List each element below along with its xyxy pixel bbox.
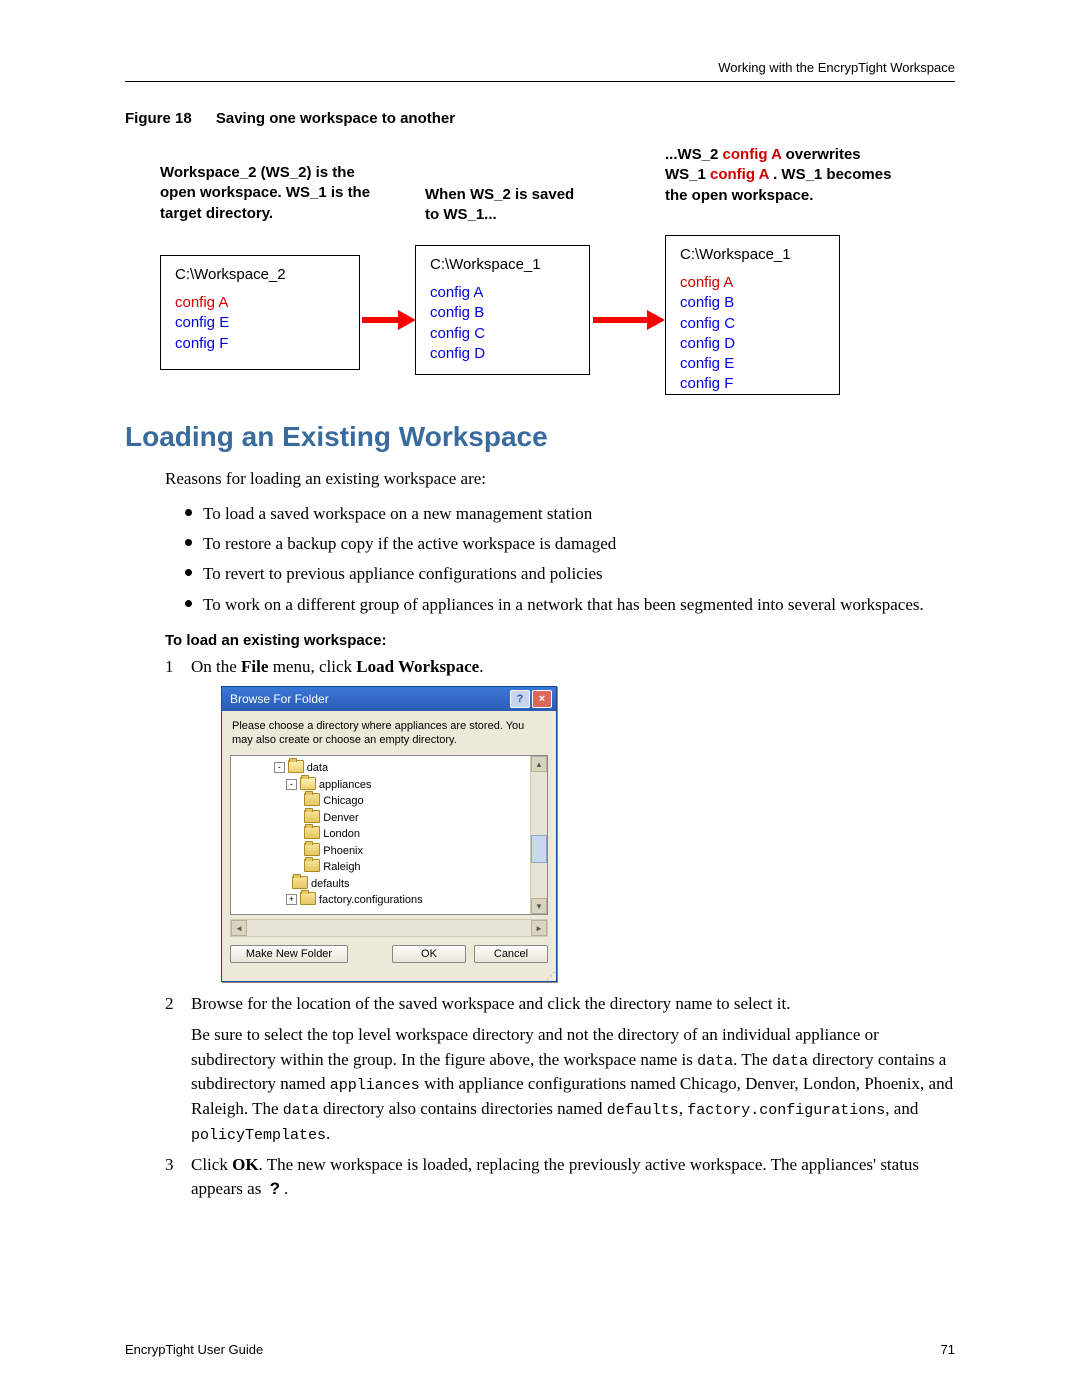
list-item: To restore a backup copy if the active w… — [185, 531, 955, 557]
browse-folder-dialog: Browse For Folder ? × Please choose a di… — [221, 686, 557, 983]
config-entry: config A — [430, 283, 575, 303]
folder-icon — [304, 793, 320, 806]
step-text: Browse for the location of the saved wor… — [191, 992, 955, 1017]
tree-row[interactable]: London — [237, 826, 541, 843]
config-entry: config A — [680, 273, 825, 293]
step-number: 2 — [165, 992, 191, 1017]
folder-icon — [304, 810, 320, 823]
figure-diagram: Workspace_2 (WS_2) is the open workspace… — [125, 145, 955, 395]
footer-title: EncrypTight User Guide — [125, 1342, 263, 1357]
figure-title: Saving one workspace to another — [216, 110, 455, 127]
step-2: 2 Browse for the location of the saved w… — [165, 992, 955, 1017]
reason-list: To load a saved workspace on a new manag… — [125, 501, 955, 618]
step-3: 3 Click OK. The new workspace is loaded,… — [165, 1153, 955, 1202]
step-text: Click OK. The new workspace is loaded, r… — [191, 1153, 955, 1202]
diagram-box-ws1-after: C:\Workspace_1 config A config B config … — [665, 235, 840, 395]
running-header: Working with the EncrypTight Workspace — [125, 60, 955, 82]
collapse-icon[interactable]: - — [274, 762, 285, 773]
folder-icon — [300, 892, 316, 905]
resize-grip-icon[interactable]: ⋰ — [222, 971, 556, 981]
page-footer: EncrypTight User Guide 71 — [125, 1342, 955, 1357]
step-1: 1 On the File menu, click Load Workspace… — [165, 655, 955, 680]
box-title: C:\Workspace_2 — [175, 266, 345, 283]
diagram-caption-2: When WS_2 is saved to WS_1... — [425, 185, 585, 226]
folder-icon — [288, 760, 304, 773]
step-text: On the File menu, click Load Workspace. — [191, 655, 955, 680]
section-heading: Loading an Existing Workspace — [125, 421, 955, 453]
tree-row[interactable]: Chicago — [237, 793, 541, 810]
config-entry: config B — [430, 303, 575, 323]
step-2-detail: Be sure to select the top level workspac… — [191, 1023, 955, 1147]
box-title: C:\Workspace_1 — [430, 256, 575, 273]
help-button[interactable]: ? — [510, 690, 530, 708]
diagram-box-ws2: C:\Workspace_2 config A config E config … — [160, 255, 360, 370]
diagram-caption-3: ...WS_2 config A overwrites WS_1 config … — [665, 145, 895, 206]
make-new-folder-button[interactable]: Make New Folder — [230, 945, 348, 963]
cancel-button[interactable]: Cancel — [474, 945, 548, 963]
page-number: 71 — [941, 1342, 955, 1357]
config-entry: config E — [680, 354, 825, 374]
horizontal-scrollbar[interactable]: ◄ ► — [230, 919, 548, 937]
arrow-icon — [362, 317, 402, 323]
figure-caption: Figure 18 Saving one workspace to anothe… — [125, 110, 955, 127]
step-number: 3 — [165, 1153, 191, 1202]
scroll-right-icon[interactable]: ► — [531, 920, 547, 936]
config-entry: config F — [175, 334, 345, 354]
tree-row[interactable]: -appliances — [237, 777, 541, 794]
folder-icon — [292, 876, 308, 889]
tree-row[interactable]: defaults — [237, 876, 541, 893]
config-entry: config C — [680, 314, 825, 334]
tree-row[interactable]: Raleigh — [237, 859, 541, 876]
box-title: C:\Workspace_1 — [680, 246, 825, 263]
list-item: To work on a different group of applianc… — [185, 592, 955, 618]
diagram-box-ws1-before: C:\Workspace_1 config A config B config … — [415, 245, 590, 375]
dialog-titlebar[interactable]: Browse For Folder ? × — [222, 687, 556, 711]
tree-row[interactable]: -data — [237, 760, 541, 777]
tree-row[interactable]: +factory.configurations — [237, 892, 541, 909]
step-number: 1 — [165, 655, 191, 680]
config-entry: config E — [175, 313, 345, 333]
intro-text: Reasons for loading an existing workspac… — [165, 467, 955, 491]
question-mark-icon: ? — [266, 1177, 284, 1202]
dialog-title: Browse For Folder — [230, 692, 329, 706]
collapse-icon[interactable]: - — [286, 779, 297, 790]
scroll-up-icon[interactable]: ▲ — [531, 756, 547, 772]
list-item: To revert to previous appliance configur… — [185, 561, 955, 587]
arrow-icon — [593, 317, 651, 323]
ok-button[interactable]: OK — [392, 945, 466, 963]
tree-row[interactable]: Phoenix — [237, 843, 541, 860]
config-entry: config B — [680, 293, 825, 313]
figure-label: Figure 18 — [125, 110, 192, 127]
procedure-heading: To load an existing workspace: — [165, 632, 955, 649]
diagram-caption-1: Workspace_2 (WS_2) is the open workspace… — [160, 163, 380, 224]
config-entry: config F — [680, 374, 825, 394]
config-entry: config D — [430, 344, 575, 364]
scroll-thumb[interactable] — [531, 835, 547, 863]
scroll-down-icon[interactable]: ▼ — [531, 898, 547, 914]
config-entry: config C — [430, 324, 575, 344]
config-entry: config A — [175, 293, 345, 313]
folder-icon — [304, 859, 320, 872]
folder-tree[interactable]: -data -appliances Chicago Denver London … — [230, 755, 548, 915]
config-entry: config D — [680, 334, 825, 354]
scroll-left-icon[interactable]: ◄ — [231, 920, 247, 936]
list-item: To load a saved workspace on a new manag… — [185, 501, 955, 527]
tree-row[interactable]: Denver — [237, 810, 541, 827]
dialog-button-row: Make New Folder OK Cancel — [222, 941, 556, 971]
folder-icon — [304, 826, 320, 839]
vertical-scrollbar[interactable]: ▲ ▼ — [530, 756, 547, 914]
dialog-message: Please choose a directory where applianc… — [222, 711, 556, 752]
expand-icon[interactable]: + — [286, 894, 297, 905]
close-button[interactable]: × — [532, 690, 552, 708]
folder-icon — [304, 843, 320, 856]
folder-icon — [300, 777, 316, 790]
